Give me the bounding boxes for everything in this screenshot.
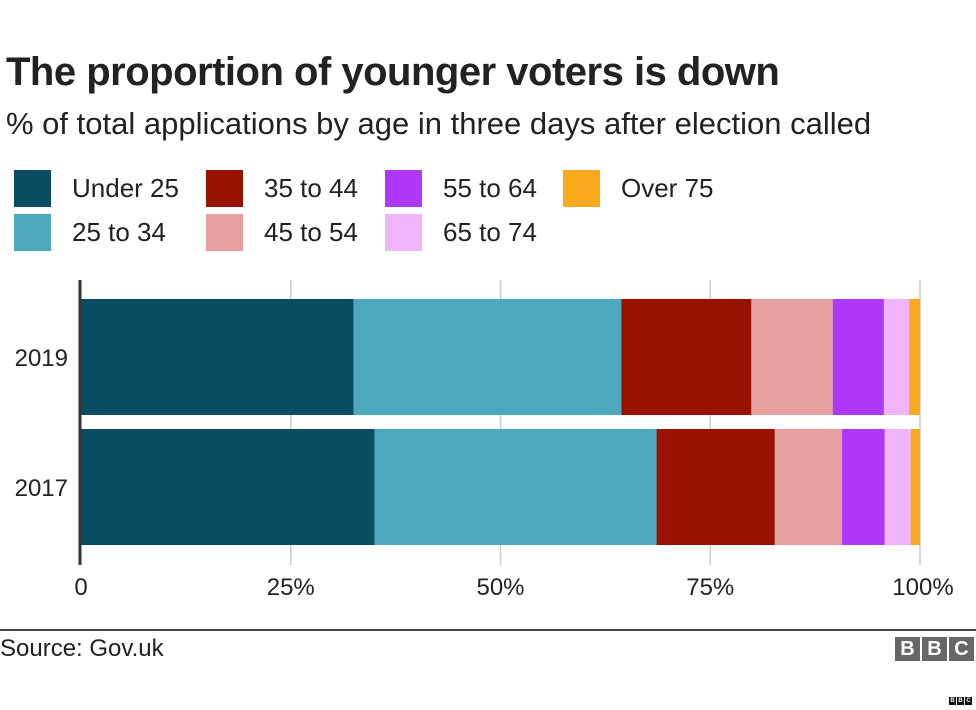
bar-segment bbox=[621, 299, 752, 415]
bbc-watermark-letter: B bbox=[957, 697, 964, 705]
bar-segment bbox=[81, 299, 354, 415]
x-tick-label: 0 bbox=[74, 574, 87, 601]
bar-segment bbox=[353, 299, 622, 415]
bar-segment bbox=[656, 429, 775, 545]
bar-segment bbox=[832, 299, 884, 415]
source-note: Source: Gov.uk bbox=[0, 635, 164, 662]
bar-segment bbox=[909, 299, 920, 415]
bar-segment bbox=[910, 429, 920, 545]
bar-segment bbox=[751, 299, 833, 415]
footer-divider bbox=[0, 629, 976, 631]
y-tick-label: 2017 bbox=[15, 475, 68, 502]
bar-segment bbox=[81, 429, 375, 545]
bar-segment bbox=[884, 429, 911, 545]
bbc-logo-letter: B bbox=[922, 637, 947, 661]
bbc-logo-letter: B bbox=[895, 637, 920, 661]
x-tick-label: 75% bbox=[686, 574, 734, 601]
y-tick-label: 2019 bbox=[15, 345, 68, 372]
bbc-watermark: B B C bbox=[949, 697, 972, 705]
bar-segment bbox=[841, 429, 885, 545]
bar-segment bbox=[774, 429, 842, 545]
chart-plot: 2019 2017 0 25% 50% 75% 100% bbox=[15, 280, 954, 601]
bbc-logo: B B C bbox=[895, 637, 974, 661]
bbc-watermark-letter: C bbox=[965, 697, 972, 705]
x-tick-label: 50% bbox=[476, 574, 524, 601]
bar-segment bbox=[374, 429, 657, 545]
x-tick-label: 100% bbox=[892, 574, 953, 601]
x-tick-label: 25% bbox=[267, 574, 315, 601]
bar-segment bbox=[883, 299, 910, 415]
bbc-logo-letter: C bbox=[949, 637, 974, 661]
bbc-watermark-letter: B bbox=[949, 697, 956, 705]
